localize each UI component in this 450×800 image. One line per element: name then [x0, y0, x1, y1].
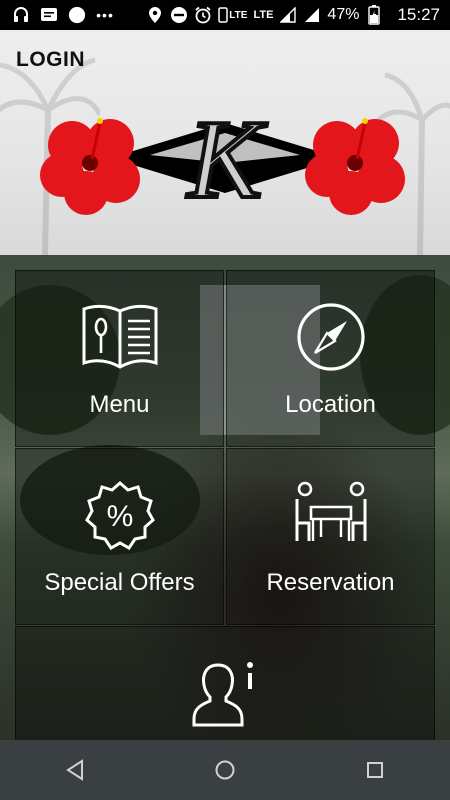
recents-icon — [367, 762, 383, 778]
battery-icon — [365, 5, 383, 25]
clock: 15:27 — [397, 5, 440, 24]
menu-book-icon — [82, 304, 157, 369]
location-icon — [146, 6, 164, 24]
dining-table-icon — [295, 481, 366, 541]
menu-label: Menu — [89, 391, 150, 418]
do-not-disturb-icon — [170, 6, 188, 24]
header: LOGIN K — [0, 30, 450, 255]
system-navigation-bar — [0, 740, 450, 800]
compass-icon — [296, 303, 365, 371]
alarm-icon — [194, 6, 212, 24]
svg-text:%: % — [106, 500, 133, 533]
back-icon — [66, 759, 83, 781]
message-icon — [40, 6, 58, 24]
special-offers-tile[interactable]: % Special Offers — [15, 448, 224, 625]
home-icon — [215, 760, 235, 780]
hibiscus-left-graphic — [40, 118, 140, 215]
battery-percent: 47% — [327, 6, 360, 23]
logo-letter: K — [186, 98, 268, 222]
dashboard: Menu Location % Special Offers Reservati… — [0, 255, 450, 740]
back-button[interactable] — [45, 740, 105, 800]
headset-icon — [12, 6, 30, 24]
recents-button[interactable] — [345, 740, 405, 800]
signal-icon — [279, 6, 297, 24]
circle-icon — [68, 6, 86, 24]
user-info-icon — [192, 662, 253, 727]
location-label: Location — [285, 391, 376, 418]
percent-badge-icon: % — [84, 481, 155, 550]
hibiscus-right-graphic — [305, 118, 405, 215]
reservation-label: Reservation — [266, 569, 395, 596]
lte-label-2: LTE — [253, 9, 274, 21]
home-button[interactable] — [195, 740, 255, 800]
phone-lte-icon: LTE — [218, 7, 247, 23]
status-left-icons: ••• — [0, 6, 114, 24]
status-right-icons: LTE LTE 47% 15:27 — [146, 0, 440, 30]
status-bar: ••• LTE LTE 47% 15:27 — [0, 0, 450, 30]
menu-tile[interactable]: Menu — [15, 270, 224, 447]
lte-label: LTE — [229, 9, 248, 21]
signal-icon-2 — [303, 6, 321, 24]
more-icon: ••• — [96, 7, 114, 23]
about-tile[interactable] — [15, 626, 435, 740]
reservation-tile[interactable]: Reservation — [226, 448, 435, 625]
special-offers-label: Special Offers — [44, 569, 195, 596]
location-tile[interactable]: Location — [226, 270, 435, 447]
restaurant-logo: K — [40, 96, 405, 224]
login-button[interactable]: LOGIN — [16, 48, 85, 72]
